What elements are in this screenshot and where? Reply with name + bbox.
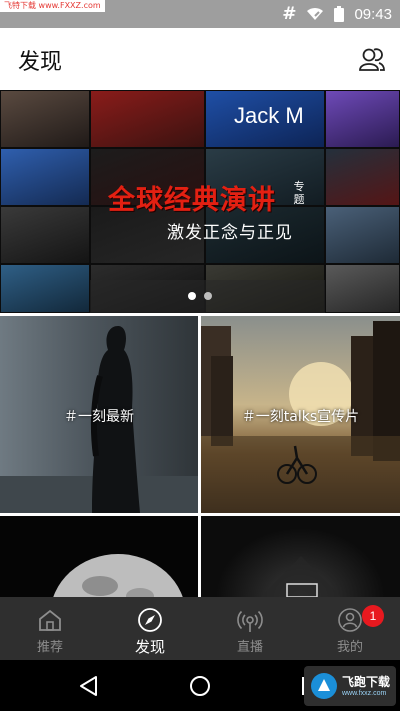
watermark-badge: 飞特下载 www.FXXZ.com	[0, 0, 105, 12]
nav-label: 发现	[134, 638, 165, 656]
collage-photo	[0, 90, 90, 148]
nav-live[interactable]: 直播	[200, 597, 300, 660]
collage-photo	[90, 90, 205, 148]
user-icon	[338, 608, 362, 632]
banner-title: 全球经典演讲	[108, 185, 276, 216]
watermark-icon	[311, 673, 337, 699]
app-header: 发现	[0, 28, 400, 90]
moon-image	[53, 554, 183, 597]
collage-photo	[0, 206, 90, 264]
carousel-dots	[0, 292, 400, 300]
collage-photo	[325, 90, 400, 148]
status-icons: # 09:43	[282, 0, 392, 28]
watermark-url: www.fxxz.com	[342, 690, 387, 697]
carousel-dot-active[interactable]	[188, 292, 196, 300]
clock: 09:43	[354, 5, 392, 23]
carousel-dot[interactable]	[204, 292, 212, 300]
bottom-nav: 推荐 发现 直播 我的 1	[0, 597, 400, 660]
collage-photo	[325, 206, 400, 264]
broadcast-icon	[237, 610, 263, 632]
tile-stage[interactable]	[201, 516, 400, 597]
wifi-icon	[307, 7, 324, 20]
home-icon	[39, 609, 61, 631]
tile-label: ＃一刻talks宣传片	[241, 409, 360, 425]
collage-photo	[0, 148, 90, 206]
nav-recommend[interactable]: 推荐	[0, 597, 100, 660]
back-icon[interactable]	[76, 673, 102, 699]
collage-photo	[0, 264, 90, 313]
nav-label: 直播	[236, 640, 263, 655]
stage-image	[261, 556, 341, 597]
banner-subtitle: 激发正念与正见	[167, 223, 293, 243]
nav-mine[interactable]: 我的 1	[300, 597, 400, 660]
watermark-text: 飞跑下载	[342, 675, 391, 689]
page-title: 发现	[18, 50, 63, 75]
status-bar: 飞特下载 www.FXXZ.com # 09:43	[0, 0, 400, 28]
featured-banner[interactable]: Jack M 全球经典演讲 专题 激发正念与正见	[0, 90, 400, 313]
collage-photo	[325, 148, 400, 206]
notification-badge: 1	[362, 605, 384, 627]
tile-promo[interactable]: ＃一刻talks宣传片	[201, 316, 400, 513]
poster-text: Jack M	[234, 103, 304, 128]
tile-latest[interactable]: ＃一刻最新	[0, 316, 198, 513]
nav-label: 我的	[336, 640, 363, 655]
battery-icon	[334, 6, 345, 22]
nav-discover[interactable]: 发现	[100, 597, 200, 660]
nav-label: 推荐	[36, 640, 63, 655]
people-icon[interactable]	[358, 45, 386, 73]
banner-tag: 专题	[293, 180, 305, 206]
compass-icon	[138, 608, 162, 632]
collage-photo	[325, 264, 400, 313]
home-circle-icon[interactable]	[187, 673, 213, 699]
hash-icon: #	[282, 4, 297, 24]
tile-label: ＃一刻最新	[64, 409, 134, 425]
tile-moon[interactable]	[0, 516, 198, 597]
watermark-logo: 飞跑下载 www.fxxz.com	[304, 666, 396, 706]
screen: 飞特下载 www.FXXZ.com # 09:43 发现 Jack M 全球经典…	[0, 0, 400, 711]
collage-photo: Jack M	[205, 90, 325, 148]
